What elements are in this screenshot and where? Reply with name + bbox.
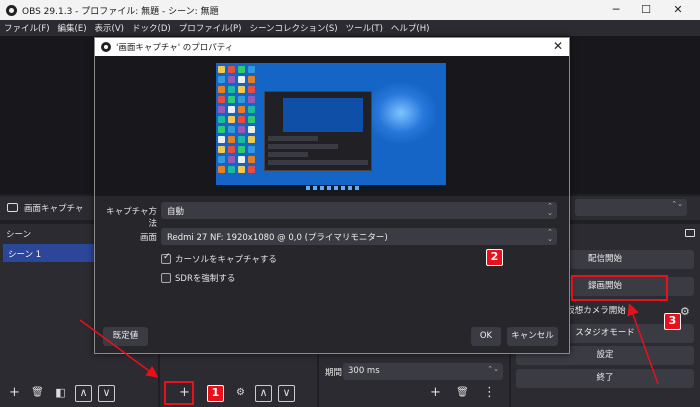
annotation-arrows [79, 303, 659, 385]
arrow-to-add-source [79, 319, 159, 378]
arrow-to-start-recording [627, 303, 659, 385]
